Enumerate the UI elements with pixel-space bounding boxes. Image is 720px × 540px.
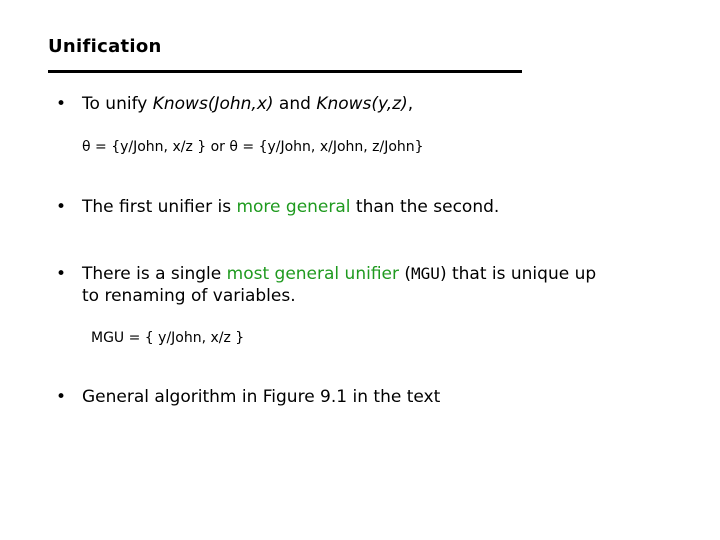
bullet-text: There is a single most general unifier (… bbox=[82, 263, 596, 307]
bullet-text: To unify Knows(John,x) and Knows(y,z), bbox=[82, 93, 413, 115]
text-span: The first unifier is bbox=[82, 197, 237, 217]
mgu-substitution: MGU = { y/John, x/z } bbox=[91, 330, 245, 346]
highlight-most-general-unifier: most general unifier bbox=[226, 264, 399, 284]
bullet-marker: • bbox=[56, 197, 67, 217]
text-span: To unify bbox=[82, 94, 153, 114]
theta-substitutions: θ = {y/John, x/z } or θ = {y/John, x/Joh… bbox=[82, 139, 424, 155]
text-span: ) that is unique up bbox=[439, 264, 597, 284]
bullet-marker: • bbox=[56, 94, 67, 114]
text-span: and bbox=[273, 94, 317, 114]
bullet-text: General algorithm in Figure 9.1 in the t… bbox=[82, 387, 441, 407]
bullet-marker: • bbox=[56, 264, 67, 284]
slide-title: Unification bbox=[48, 36, 162, 57]
highlight-more-general: more general bbox=[236, 197, 351, 217]
text-span: , bbox=[407, 94, 414, 114]
text-span: ( bbox=[398, 264, 412, 284]
text-span-line2: to renaming of variables. bbox=[82, 286, 296, 306]
term-knows-y-z: Knows(y,z) bbox=[316, 94, 408, 114]
text-span: There is a single bbox=[82, 264, 227, 284]
title-underline bbox=[48, 70, 522, 73]
bullet-marker: • bbox=[56, 387, 67, 407]
bullet-text: The first unifier is more general than t… bbox=[82, 196, 499, 218]
text-span: than the second. bbox=[350, 197, 500, 217]
acronym-mgu: MGU bbox=[411, 264, 440, 283]
term-knows-john-x: Knows(John,x) bbox=[152, 94, 274, 114]
